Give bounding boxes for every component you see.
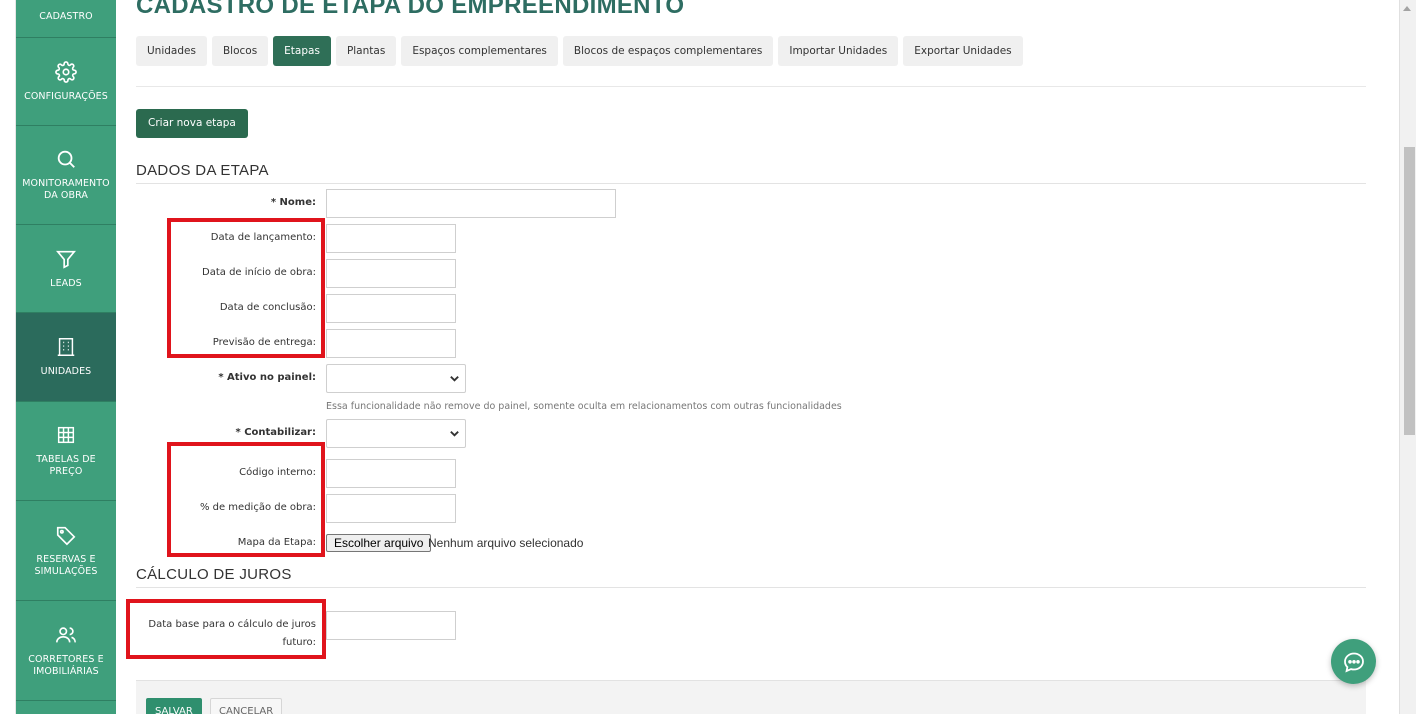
tab-exportar-unidades[interactable]: Exportar Unidades: [903, 36, 1023, 66]
sidebar-item-label: UNIDADES: [40, 366, 92, 377]
section-title-dados: DADOS DA ETAPA: [136, 162, 269, 179]
section-title-juros: CÁLCULO DE JUROS: [136, 566, 292, 583]
chevron-down-icon: [450, 431, 459, 437]
medicao-obra-input[interactable]: [326, 494, 456, 523]
highlight-box: [167, 442, 325, 557]
funnel-icon: [56, 250, 76, 269]
data-base-juros-input[interactable]: [326, 611, 456, 640]
divider: [136, 183, 1366, 184]
divider: [136, 587, 1366, 588]
tab-espacos-complementares[interactable]: Espaços complementares: [401, 36, 558, 66]
tab-bar: Unidades Blocos Etapas Plantas Espaços c…: [136, 36, 1023, 66]
nome-input[interactable]: [326, 189, 616, 218]
create-stage-button[interactable]: Criar nova etapa: [136, 109, 248, 138]
sidebar-item-leads[interactable]: LEADS: [16, 225, 116, 313]
chat-button[interactable]: [1331, 639, 1376, 684]
contabilizar-select[interactable]: [326, 419, 466, 448]
chevron-down-icon: [450, 376, 459, 382]
contabilizar-label: * Contabilizar:: [235, 427, 316, 438]
page-title: CADASTRO DE ETAPA DO EMPREENDIMENTO: [136, 0, 685, 19]
tab-blocos-espacos-complementares[interactable]: Blocos de espaços complementares: [562, 36, 774, 66]
scrollbar-thumb[interactable]: [1404, 147, 1415, 435]
sidebar-item-corretores[interactable]: CORRETORES E IMOBILIÁRIAS: [16, 601, 116, 701]
tab-blocos[interactable]: Blocos: [211, 36, 269, 66]
nome-label: * Nome:: [270, 197, 316, 208]
sidebar-item-label: CORRETORES E IMOBILIÁRIAS: [28, 653, 104, 677]
ativo-painel-help: Essa funcionalidade não remove do painel…: [326, 401, 842, 412]
sidebar-item-label: MONITORAMENTO DA OBRA: [22, 178, 110, 201]
gear-icon: [55, 60, 77, 83]
sidebar-item-label: CONFIGURAÇÕES: [24, 90, 108, 102]
tag-icon: [56, 526, 76, 545]
data-lancamento-input[interactable]: [326, 224, 456, 253]
file-status: Nenhum arquivo selecionado: [428, 536, 584, 550]
users-icon: [56, 626, 76, 642]
codigo-interno-input[interactable]: [326, 459, 456, 488]
sidebar-item-reservas[interactable]: RESERVAS E SIMULAÇÕES: [16, 501, 116, 601]
grid-icon: [57, 426, 75, 444]
highlight-box: [126, 599, 326, 659]
tab-etapas[interactable]: Etapas: [273, 36, 331, 66]
tab-importar-unidades[interactable]: Importar Unidades: [778, 36, 899, 66]
sidebar-item-tabelas-preco[interactable]: TABELAS DE PREÇO: [16, 402, 116, 501]
ativo-painel-select[interactable]: [326, 364, 466, 393]
window-gutter: [0, 0, 16, 714]
sidebar-item-configuracoes[interactable]: CONFIGURAÇÕES: [16, 38, 116, 126]
sidebar-item-label: TABELAS DE PREÇO: [36, 454, 96, 477]
tab-plantas[interactable]: Plantas: [335, 36, 397, 66]
data-conclusao-input[interactable]: [326, 294, 456, 323]
previsao-entrega-input[interactable]: [326, 329, 456, 358]
ativo-painel-label: * Ativo no painel:: [218, 372, 316, 383]
form-footer: [136, 680, 1366, 714]
sidebar-item-unidades[interactable]: UNIDADES: [16, 313, 116, 402]
divider: [136, 86, 1366, 87]
data-inicio-obra-input[interactable]: [326, 259, 456, 288]
sidebar-item-label: RESERVAS E SIMULAÇÕES: [34, 553, 98, 577]
sidebar-item-monitoramento[interactable]: MONITORAMENTO DA OBRA: [16, 126, 116, 225]
sidebar-item-cadastro[interactable]: CADASTRO: [16, 0, 116, 38]
chat-bubble-icon: [1343, 652, 1364, 672]
tab-unidades[interactable]: Unidades: [136, 36, 207, 66]
sidebar-item-label: CADASTRO: [39, 10, 93, 22]
sidebar: CADASTRO CONFIGURAÇÕES MONITORAMENTO DA …: [16, 0, 116, 714]
building-icon: [57, 338, 75, 356]
search-icon: [57, 150, 75, 168]
highlight-box: [167, 218, 325, 358]
save-button[interactable]: SALVAR: [146, 698, 202, 714]
choose-file-button[interactable]: Escolher arquivo: [326, 534, 432, 552]
cancel-button[interactable]: CANCELAR: [210, 698, 283, 714]
scroll-up-arrow-icon[interactable]: [1403, 6, 1411, 11]
sidebar-item-label: LEADS: [50, 277, 82, 289]
